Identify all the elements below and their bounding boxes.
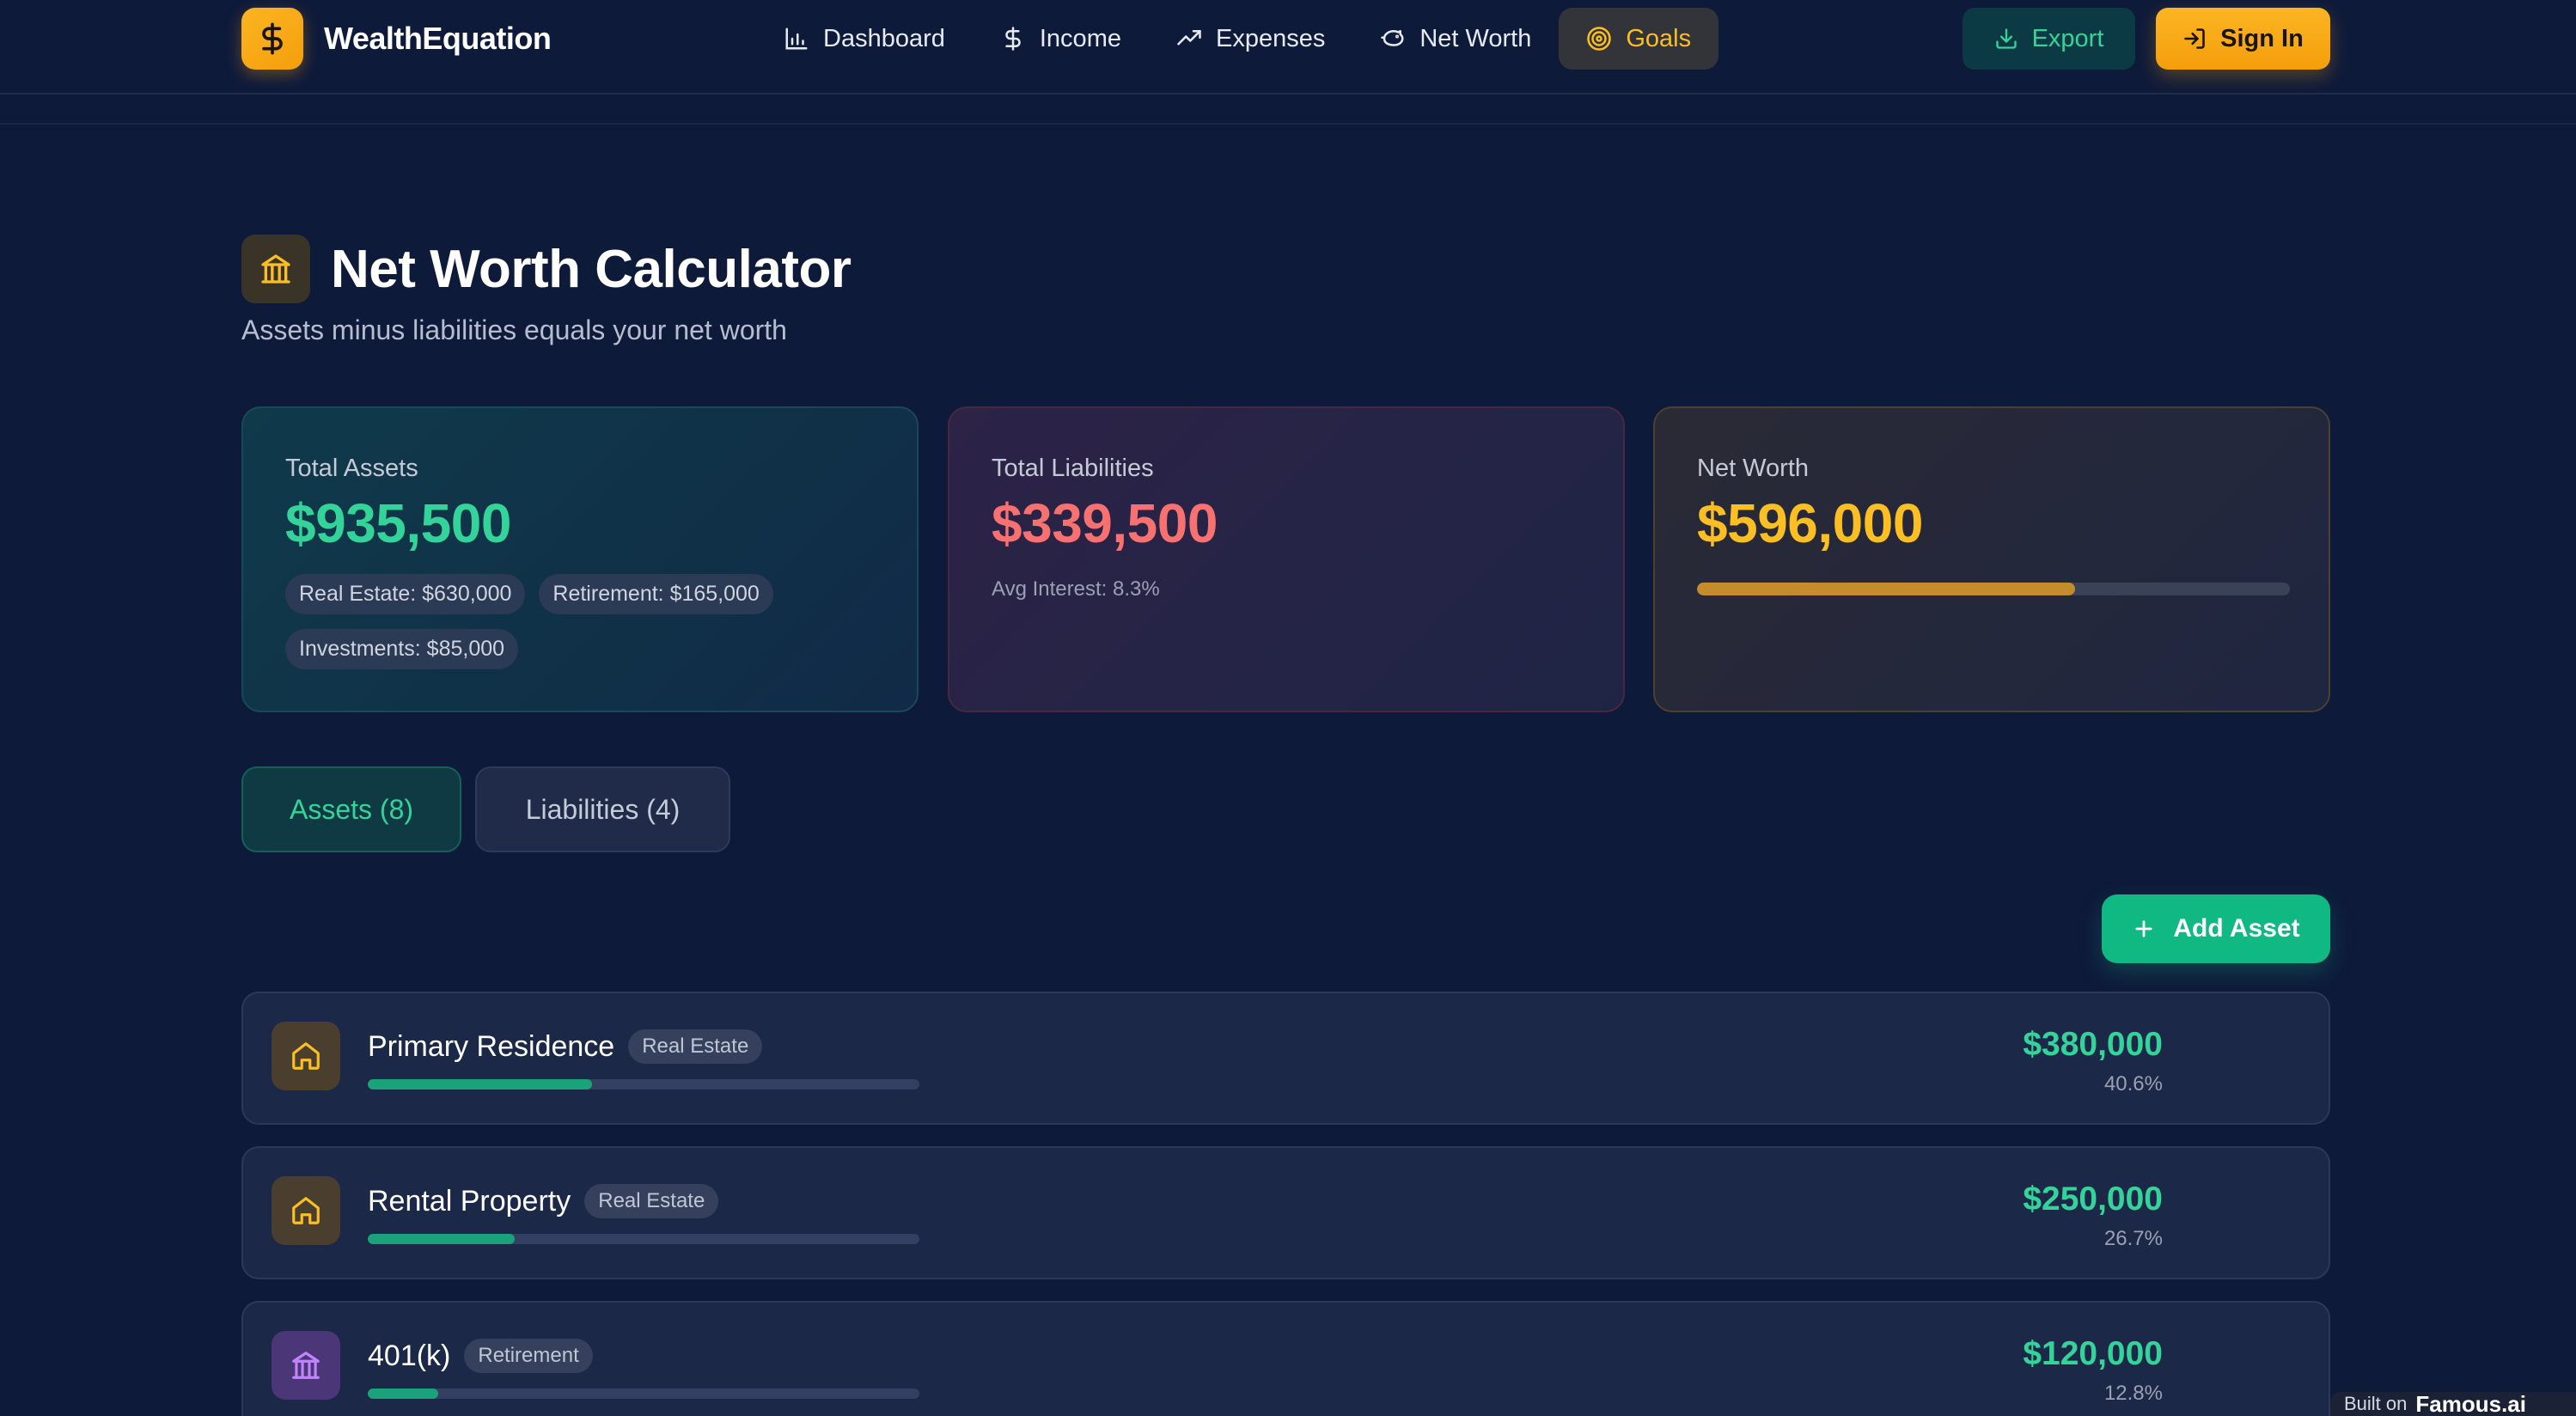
asset-name: Rental Property — [368, 1184, 571, 1218]
nav-income[interactable]: Income — [973, 8, 1149, 70]
asset-share-bar — [368, 1389, 919, 1399]
plus-icon — [2135, 920, 2152, 937]
piggy-bank-icon — [1381, 30, 1404, 46]
page-header: Net Worth Calculator — [241, 235, 852, 303]
page-title: Net Worth Calculator — [331, 239, 852, 299]
asset-category-badge: Real Estate — [584, 1184, 719, 1218]
target-icon — [1587, 27, 1612, 51]
total-assets-value: $935,500 — [285, 492, 511, 554]
chip-investments: Investments: $85,000 — [285, 629, 519, 669]
nav-net-worth-label: Net Worth — [1419, 24, 1532, 52]
trending-icon — [1177, 30, 1201, 46]
asset-name-group: Rental Property Real Estate — [368, 1184, 719, 1218]
add-asset-button[interactable]: Add Asset — [2102, 894, 2330, 963]
asset-share-bar — [368, 1234, 919, 1244]
brand[interactable]: WealthEquation — [241, 8, 552, 70]
built-on-prefix: Built on — [2344, 1393, 2408, 1414]
asset-amount: $380,000 — [2023, 1026, 2163, 1063]
sign-in-button[interactable]: Sign In — [2156, 8, 2330, 70]
total-assets-card: Total Assets $935,500 Real Estate: $630,… — [241, 406, 919, 712]
nav-expenses-label: Expenses — [1215, 24, 1326, 52]
net-worth-progress-bar — [1697, 583, 2290, 595]
asset-percent: 26.7% — [2103, 1227, 2163, 1250]
main-nav: Dashboard Income Expenses Net Worth Goal… — [756, 8, 1719, 70]
dollar-logo-icon — [241, 8, 303, 70]
asset-category-chips: Real Estate: $630,000 Retirement: $165,0… — [285, 574, 852, 669]
asset-share-fill — [368, 1079, 592, 1089]
home-icon — [272, 1176, 340, 1245]
home-icon — [272, 1022, 340, 1090]
asset-row[interactable]: Primary Residence Real Estate $380,000 4… — [241, 992, 2330, 1125]
nav-net-worth[interactable]: Net Worth — [1352, 8, 1559, 70]
page-subtitle: Assets minus liabilities equals your net… — [241, 314, 787, 345]
asset-category-badge: Real Estate — [628, 1029, 763, 1064]
chip-real-estate: Real Estate: $630,000 — [285, 574, 526, 614]
export-button[interactable]: Export — [1963, 8, 2135, 70]
dollar-icon — [1005, 27, 1021, 51]
add-asset-label: Add Asset — [2173, 914, 2300, 943]
asset-share-fill — [368, 1389, 439, 1399]
brand-name: WealthEquation — [324, 21, 552, 56]
log-in-icon — [2184, 28, 2205, 49]
nav-expenses[interactable]: Expenses — [1149, 8, 1352, 70]
asset-percent: 12.8% — [2103, 1382, 2163, 1405]
tab-assets[interactable]: Assets (8) — [241, 766, 461, 852]
net-worth-progress-fill — [1697, 583, 2075, 595]
total-liabilities-card: Total Liabilities $339,500 Avg Interest:… — [948, 406, 1625, 712]
asset-category-badge: Retirement — [464, 1339, 593, 1373]
bar-chart-icon — [785, 27, 808, 50]
built-on-badge[interactable]: Built on Famous.ai — [2330, 1392, 2576, 1416]
nav-dashboard-label: Dashboard — [823, 24, 945, 52]
nav-goals-label: Goals — [1626, 24, 1692, 52]
asset-share-fill — [368, 1234, 516, 1244]
total-liabilities-label: Total Liabilities — [992, 455, 1154, 482]
tab-liabilities[interactable]: Liabilities (4) — [475, 766, 730, 852]
asset-percent: 40.6% — [2103, 1072, 2163, 1096]
divider — [0, 123, 2576, 125]
net-worth-value: $596,000 — [1697, 492, 1923, 554]
net-worth-label: Net Worth — [1697, 455, 1810, 482]
built-on-brand: Famous.ai — [2415, 1392, 2526, 1416]
asset-name: Primary Residence — [368, 1029, 615, 1063]
sign-in-label: Sign In — [2220, 24, 2304, 52]
asset-amount: $250,000 — [2023, 1181, 2163, 1218]
total-liabilities-value: $339,500 — [992, 492, 1218, 554]
asset-name-group: Primary Residence Real Estate — [368, 1029, 763, 1064]
export-label: Export — [2031, 24, 2104, 52]
asset-share-bar — [368, 1079, 919, 1089]
bank-icon — [272, 1331, 340, 1400]
bank-icon — [241, 235, 310, 303]
avg-interest: Avg Interest: 8.3% — [992, 577, 1160, 601]
nav-goals[interactable]: Goals — [1559, 8, 1719, 70]
total-assets-label: Total Assets — [285, 455, 418, 482]
asset-row[interactable]: 401(k) Retirement $120,000 12.8% — [241, 1301, 2330, 1416]
asset-name-group: 401(k) Retirement — [368, 1339, 593, 1373]
asset-amount: $120,000 — [2023, 1335, 2163, 1372]
chip-retirement: Retirement: $165,000 — [539, 574, 773, 614]
asset-name: 401(k) — [368, 1339, 451, 1372]
nav-dashboard[interactable]: Dashboard — [756, 8, 973, 70]
download-icon — [1995, 28, 2017, 49]
asset-row[interactable]: Rental Property Real Estate $250,000 26.… — [241, 1146, 2330, 1279]
nav-income-label: Income — [1039, 24, 1121, 52]
net-worth-card: Net Worth $596,000 — [1653, 406, 2330, 712]
